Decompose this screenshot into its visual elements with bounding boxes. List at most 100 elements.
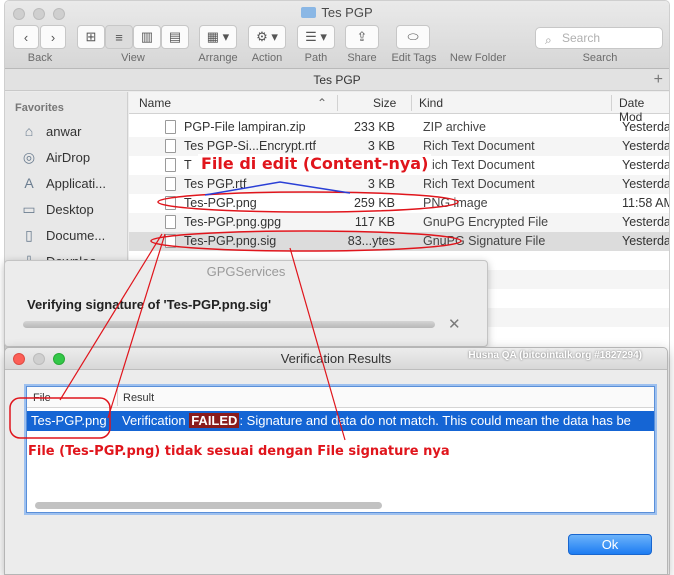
back-label: Back bbox=[27, 52, 53, 64]
column-header: Name ⌃ Size Kind Date Mod bbox=[129, 92, 669, 124]
horizontal-scrollbar[interactable] bbox=[35, 502, 382, 509]
search-icon: ⌕ bbox=[545, 33, 552, 47]
view-list-button[interactable]: ≡ bbox=[105, 25, 133, 49]
sidebar-item-label: Desktop bbox=[46, 201, 94, 217]
sidebar-item-documents[interactable]: ▯ Docume... bbox=[20, 227, 105, 243]
share-icon: ⇪ bbox=[356, 29, 368, 44]
tag-icon: ⬭ bbox=[407, 29, 419, 44]
gpg-panel-title: GPGServices bbox=[206, 264, 286, 279]
document-icon: ▯ bbox=[25, 227, 33, 243]
sidebar-item-airdrop[interactable]: ◎ AirDrop bbox=[20, 149, 90, 165]
file-name: Tes-PGP.png.gpg bbox=[184, 215, 282, 229]
file-date: Yesterday bbox=[622, 177, 669, 191]
result-prefix: Verification bbox=[122, 413, 190, 428]
file-name: Tes-PGP.png bbox=[184, 196, 257, 210]
sidebar-item-anwar[interactable]: ⌂ anwar bbox=[20, 123, 82, 139]
file-size: 233 KB bbox=[353, 120, 395, 134]
rtf-file-icon bbox=[165, 177, 176, 191]
rtf-file-icon bbox=[165, 158, 176, 172]
failed-badge: FAILED bbox=[189, 413, 240, 428]
file-kind: ZIP archive bbox=[423, 120, 486, 134]
action-label: Action bbox=[251, 52, 283, 64]
sidebar-item-desktop[interactable]: ▭ Desktop bbox=[20, 201, 94, 217]
chevron-left-icon: ‹ bbox=[23, 29, 29, 45]
view-coverflow-button[interactable]: ▤ bbox=[161, 25, 189, 49]
sidebar-item-applications[interactable]: A Applicati... bbox=[20, 175, 106, 191]
list-icon: ≡ bbox=[115, 29, 123, 45]
path-bar: Tes PGP + bbox=[5, 69, 669, 91]
sig-file-icon bbox=[165, 234, 176, 248]
column-name[interactable]: Name bbox=[139, 96, 171, 110]
edit-tags-label: Edit Tags bbox=[391, 52, 437, 64]
sidebar-item-label: Applicati... bbox=[46, 175, 106, 191]
file-row[interactable]: Tes PGP.rtf 3 KB Rich Text Document Yesterd… bbox=[129, 175, 669, 194]
desktop-icon: ▭ bbox=[22, 201, 36, 217]
file-size: 259 KB bbox=[353, 196, 395, 210]
sort-chevron-icon[interactable]: ⌃ bbox=[317, 96, 327, 110]
coverflow-icon: ▤ bbox=[168, 29, 182, 44]
column-file[interactable]: File bbox=[33, 392, 51, 404]
sidebar-heading: Favorites bbox=[15, 102, 64, 114]
file-kind: Rich Text Document bbox=[423, 158, 535, 172]
gpg-file-icon bbox=[165, 215, 176, 229]
arrange-button[interactable]: ▦ ▾ bbox=[199, 25, 237, 49]
arrange-icon: ▦ ▾ bbox=[206, 29, 230, 44]
progress-bar bbox=[23, 321, 435, 328]
file-name: PGP-File lampiran.zip bbox=[184, 120, 306, 134]
file-row[interactable]: Tes-PGP.png 259 KB PNG image 11:58 AM bbox=[129, 194, 670, 213]
action-button[interactable]: ⚙ ▾ bbox=[248, 25, 286, 49]
file-date: Yesterday bbox=[622, 120, 669, 134]
watermark-text: Husna QA (bitcointalk.org #1827294) bbox=[468, 350, 642, 361]
file-row-selected[interactable]: Tes-PGP.png.sig 83...ytes GnuPG Signature … bbox=[129, 232, 669, 251]
file-row[interactable]: Tes-PGP.png.gpg 117 KB GnuPG Encrypted Fil… bbox=[129, 213, 669, 232]
file-kind: GnuPG Encrypted File bbox=[423, 215, 549, 229]
ok-button[interactable]: Ok bbox=[568, 534, 652, 555]
verification-titlebar: Verification Results Husna QA (bitcointa… bbox=[5, 348, 667, 370]
share-label: Share bbox=[347, 52, 377, 64]
forward-button[interactable]: › bbox=[40, 25, 66, 49]
sidebar-item-label: AirDrop bbox=[46, 149, 91, 165]
path-button[interactable]: ☰ ▾ bbox=[297, 25, 335, 49]
new-folder-label[interactable]: New Folder bbox=[445, 52, 511, 64]
applications-icon: A bbox=[24, 175, 34, 191]
sidebar-item-label: Docume... bbox=[46, 227, 106, 243]
column-result[interactable]: Result bbox=[123, 392, 154, 404]
file-size: 117 KB bbox=[354, 215, 395, 229]
column-size[interactable]: Size bbox=[373, 96, 396, 110]
gpg-status-message: Verifying signature of 'Tes-PGP.png.sig' bbox=[27, 297, 272, 312]
add-tab-icon[interactable]: + bbox=[654, 69, 663, 91]
path-icon: ☰ ▾ bbox=[305, 29, 327, 44]
path-title: Tes PGP bbox=[313, 73, 361, 87]
column-kind[interactable]: Kind bbox=[419, 96, 443, 110]
annotation-bottom-text: File (Tes-PGP.png) tidak sesuai dengan F… bbox=[28, 444, 450, 459]
sidebar-item-label: anwar bbox=[46, 123, 82, 139]
view-columns-button[interactable]: ▥ bbox=[133, 25, 161, 49]
file-name: Tes-PGP.png.sig bbox=[184, 234, 277, 248]
window-title-text: Tes PGP bbox=[321, 5, 373, 20]
results-row-selected[interactable]: Tes-PGP.png Verification FAILED: Signatu… bbox=[27, 411, 654, 431]
finder-titlebar: Tes PGP ‹ › Back ⊞ ≡ ▥ ▤ View ▦ ▾ Arrang… bbox=[5, 1, 669, 69]
result-detail: : Signature and data do not match. This … bbox=[239, 413, 631, 428]
gear-icon: ⚙ ▾ bbox=[256, 29, 278, 44]
edit-tags-button[interactable]: ⬭ bbox=[396, 25, 430, 49]
annotation-top-text: File di edit (Content-nya) bbox=[198, 154, 432, 173]
share-button[interactable]: ⇪ bbox=[345, 25, 379, 49]
file-size: 83...ytes bbox=[347, 234, 395, 248]
file-name: T bbox=[184, 158, 192, 172]
airdrop-icon: ◎ bbox=[22, 149, 36, 165]
view-icons-button[interactable]: ⊞ bbox=[77, 25, 105, 49]
png-file-icon bbox=[165, 196, 176, 210]
home-icon: ⌂ bbox=[24, 123, 34, 139]
file-date: Yesterday bbox=[622, 158, 669, 172]
cancel-x-icon[interactable]: ✕ bbox=[448, 315, 461, 333]
search-input[interactable]: ⌕ Search bbox=[535, 27, 663, 49]
file-kind: Rich Text Document bbox=[423, 177, 535, 191]
search-placeholder: Search bbox=[562, 31, 601, 45]
back-button[interactable]: ‹ bbox=[13, 25, 39, 49]
zip-file-icon bbox=[165, 120, 176, 134]
path-label: Path bbox=[304, 52, 328, 64]
file-size: 3 KB bbox=[367, 177, 395, 191]
verification-results-window: Verification Results Husna QA (bitcointa… bbox=[4, 347, 668, 575]
file-row[interactable]: PGP-File lampiran.zip 233 KB ZIP archive Ye… bbox=[129, 118, 669, 137]
file-date: 11:58 AM bbox=[622, 196, 670, 210]
